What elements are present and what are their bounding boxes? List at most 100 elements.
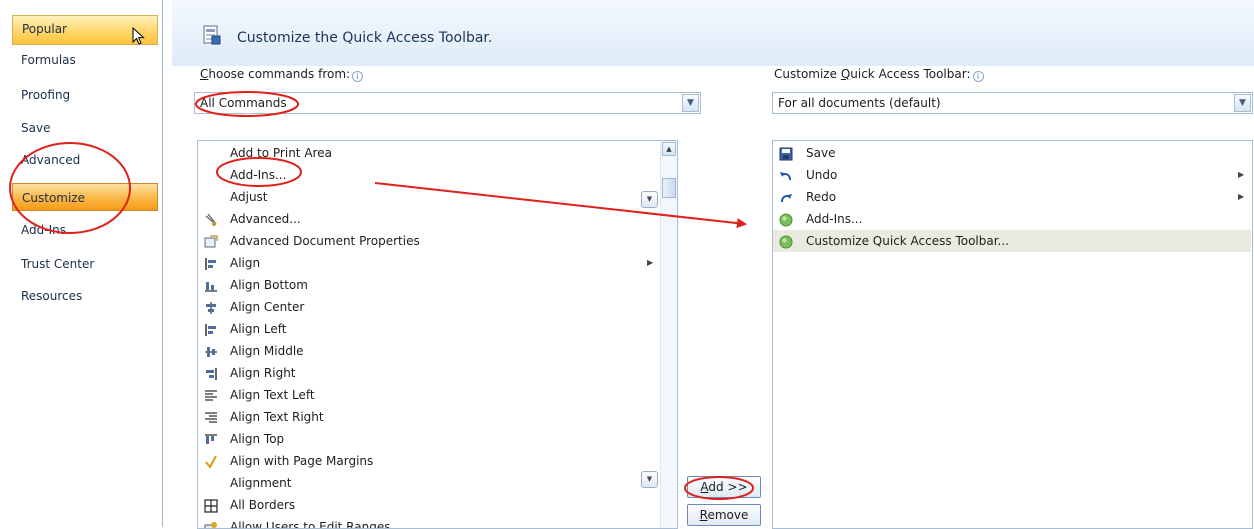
sidebar-item-trust-center[interactable]: Trust Center (12, 250, 158, 278)
sidebar-item-resources[interactable]: Resources (12, 282, 158, 310)
qat-target-label-text: uick Access Toolbar: (850, 67, 971, 81)
choose-commands-label-text: hoose commands from: (208, 67, 351, 81)
align-left-icon (204, 322, 218, 336)
qat-list-item[interactable]: Add-Ins... (773, 208, 1251, 230)
chevron-down-icon[interactable]: ▼ (682, 94, 699, 112)
sidebar-item-label: Popular (22, 22, 67, 36)
command-label: Adjust (230, 190, 268, 204)
remove-button-label: emove (707, 508, 749, 522)
scroll-thumb[interactable] (662, 178, 676, 198)
command-list-item[interactable]: Align Left (198, 318, 660, 340)
sidebar-item-add-ins[interactable]: Add-Ins (12, 216, 158, 244)
qat-item-label: Add-Ins... (806, 212, 863, 226)
commands-scrollbar[interactable]: ▲ (660, 141, 677, 528)
qat-list-item[interactable]: Undo ▶ (773, 164, 1251, 186)
all-borders-icon (204, 498, 218, 513)
align-center-icon (204, 300, 218, 314)
expand-group-icon[interactable]: ▼ (641, 191, 658, 208)
redo-icon (779, 190, 793, 204)
command-list-item[interactable]: Allow Users to Edit Ranges... (198, 516, 660, 529)
sidebar-item-customize[interactable]: Customize (12, 183, 158, 211)
qat-target-value: For all documents (default) (778, 96, 941, 110)
command-list-item[interactable]: Align Text Right (198, 406, 660, 428)
command-list-item[interactable]: Align ▶ (198, 252, 660, 274)
expand-group-icon[interactable]: ▼ (641, 471, 658, 488)
sidebar-item-formulas[interactable]: Formulas (12, 46, 158, 74)
command-list-item[interactable]: Alignment (198, 472, 660, 494)
info-icon[interactable]: i (972, 71, 984, 82)
page-title: Customize the Quick Access Toolbar. (237, 30, 493, 46)
command-label: Align Bottom (230, 278, 308, 292)
command-label: Align Center (230, 300, 305, 314)
sidebar-item-label: Customize (22, 191, 85, 205)
qat-target-dropdown[interactable]: For all documents (default) ▼ (772, 92, 1253, 114)
sidebar-item-label: Proofing (21, 88, 71, 102)
qat-item-label: Save (806, 146, 836, 160)
qat-list-item[interactable]: Save (773, 142, 1251, 164)
allow-edit-ranges-icon (204, 520, 218, 528)
sidebar-item-save[interactable]: Save (12, 114, 158, 142)
command-label: Align (230, 256, 261, 270)
command-list-item[interactable]: Add-Ins... (198, 164, 660, 186)
command-label: Add to Print Area (230, 146, 332, 160)
checkmark-icon (204, 454, 218, 469)
command-list-item[interactable]: Align Center (198, 296, 660, 318)
chevron-down-icon[interactable]: ▼ (1234, 94, 1251, 112)
command-label: Advanced... (230, 212, 301, 226)
qat-items-list[interactable]: Save Undo ▶ Redo ▶ Add-Ins... Customize Quick … (772, 140, 1253, 529)
choose-commands-label: Choose commands from: i (200, 67, 364, 82)
qat-list-item[interactable]: Customize Quick Access Toolbar... (773, 230, 1251, 252)
command-list-item[interactable]: Align Bottom (198, 274, 660, 296)
submenu-arrow-icon[interactable]: ▶ (1238, 186, 1244, 208)
command-label: Alignment (230, 476, 292, 490)
qat-item-label: Customize Quick Access Toolbar... (806, 234, 1009, 248)
sidebar-item-label: Save (21, 121, 51, 135)
command-list-item[interactable]: Align with Page Margins (198, 450, 660, 472)
save-icon (779, 146, 793, 161)
command-label: Allow Users to Edit Ranges... (230, 520, 402, 529)
align-icon (204, 256, 218, 270)
sidebar-item-advanced[interactable]: Advanced (12, 146, 158, 174)
command-list-item[interactable]: Align Middle (198, 340, 660, 362)
command-label: Align Right (230, 366, 296, 380)
command-list-item[interactable]: Advanced... (198, 208, 660, 230)
command-list-item[interactable]: Align Top (198, 428, 660, 450)
align-text-left-icon (204, 388, 218, 402)
info-icon[interactable]: i (352, 71, 364, 82)
add-button-label: dd >> (708, 480, 748, 494)
qat-target-label: Customize Quick Access Toolbar: i (774, 67, 984, 82)
command-label: Align Left (230, 322, 287, 336)
commands-list[interactable]: Add to Print Area Add-Ins... Adjust Advance… (197, 140, 678, 529)
add-button[interactable]: Add >> (687, 476, 761, 498)
sidebar-item-label: Formulas (21, 53, 76, 67)
sidebar-item-label: Trust Center (21, 257, 95, 271)
sidebar-item-label: Resources (21, 289, 83, 303)
choose-commands-value: All Commands (200, 96, 287, 110)
scroll-up-icon[interactable]: ▲ (662, 142, 676, 156)
command-list-item[interactable]: Advanced Document Properties (198, 230, 660, 252)
sidebar-item-proofing[interactable]: Proofing (12, 81, 158, 109)
command-list-item[interactable]: Align Right (198, 362, 660, 384)
customize-icon (779, 234, 793, 249)
add-ins-icon (779, 212, 793, 227)
undo-icon (779, 168, 793, 182)
command-list-item[interactable]: Align Text Left (198, 384, 660, 406)
submenu-arrow-icon[interactable]: ▶ (1238, 164, 1244, 186)
sidebar-item-label: Advanced (21, 153, 81, 167)
command-list-item[interactable]: Add to Print Area (198, 142, 660, 164)
command-label: Add-Ins... (230, 168, 287, 182)
command-label: Align Text Right (230, 410, 324, 424)
align-text-right-icon (204, 410, 218, 424)
command-list-item[interactable]: All Borders (198, 494, 660, 516)
command-list-item[interactable]: Adjust (198, 186, 660, 208)
remove-button[interactable]: Remove (687, 504, 761, 526)
align-right-icon (204, 366, 218, 380)
align-middle-icon (204, 344, 218, 358)
sidebar-item-label: Add-Ins (21, 223, 66, 237)
quick-access-toolbar-icon (203, 25, 221, 45)
choose-commands-dropdown[interactable]: All Commands ▼ (194, 92, 701, 114)
submenu-arrow-icon: ▶ (647, 258, 654, 267)
document-properties-icon (204, 234, 218, 248)
qat-target-label-pre: Customize (774, 67, 841, 81)
qat-list-item[interactable]: Redo ▶ (773, 186, 1251, 208)
